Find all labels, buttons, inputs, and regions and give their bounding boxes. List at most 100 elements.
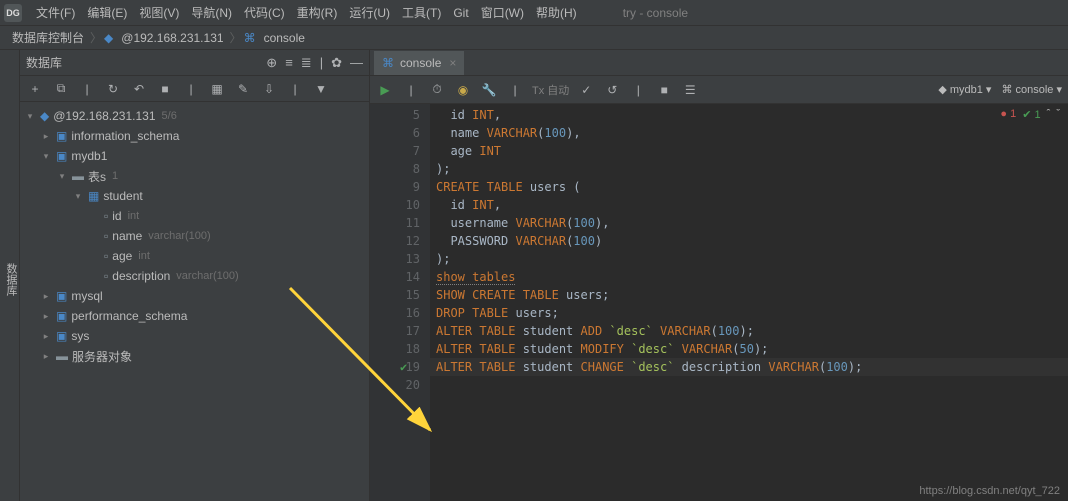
divider: |	[629, 83, 647, 97]
code-line[interactable]: id INT,	[430, 196, 1068, 214]
history-icon[interactable]: ⏱	[428, 82, 446, 97]
chevron-right-icon: 〉	[88, 29, 104, 46]
divider: |	[286, 82, 304, 96]
explain-icon[interactable]: ◉	[454, 83, 472, 97]
code-line[interactable]: CREATE TABLE users (	[430, 178, 1068, 196]
menu-item[interactable]: 帮助(H)	[530, 6, 583, 20]
collapse-icon[interactable]: ≡	[285, 55, 293, 71]
menu-item[interactable]: 编辑(E)	[81, 6, 133, 20]
code-line[interactable]: PASSWORD VARCHAR(100)	[430, 232, 1068, 250]
rollback-icon[interactable]: ↺	[603, 83, 621, 97]
line-gutter: 5678910111213141516171819✔20	[370, 104, 430, 501]
code-line[interactable]: show tables	[430, 268, 1068, 286]
code-line[interactable]	[430, 376, 1068, 394]
tx-mode-label[interactable]: Tx 自动	[532, 82, 569, 98]
chevron-up-icon[interactable]: ˆ	[1047, 108, 1051, 121]
editor-area: ⌘ console × ▶ | ⏱ ◉ 🔧 | Tx 自动 ✓ ↺ | ■ ☰ …	[370, 50, 1068, 501]
main-menu-bar: DG 文件(F)编辑(E)视图(V)导航(N)代码(C)重构(R)运行(U)工具…	[0, 0, 1068, 26]
tree-row[interactable]: ▸▬服务器对象	[20, 346, 369, 366]
breadcrumb: 数据库控制台 〉 ◆ @192.168.231.131 〉 ⌘ console	[0, 26, 1068, 50]
watermark: https://blog.csdn.net/qyt_722	[919, 485, 1060, 497]
add-icon[interactable]: +	[26, 82, 44, 96]
ok-badge: ✔ 1	[1022, 108, 1040, 121]
database-tree: ▾◆@192.168.231.1315/6▸▣information_schem…	[20, 102, 369, 501]
commit-icon[interactable]: ✓	[577, 83, 595, 97]
close-icon[interactable]: ×	[449, 56, 456, 70]
menu-item[interactable]: 视图(V)	[133, 6, 185, 20]
menu-item[interactable]: 工具(T)	[396, 6, 447, 20]
code-line[interactable]: ALTER TABLE student ADD `desc` VARCHAR(1…	[430, 322, 1068, 340]
hide-icon[interactable]: —	[350, 55, 363, 71]
console-icon: ⌘	[244, 31, 256, 45]
copy-icon[interactable]: ⧉	[52, 81, 70, 96]
schema-chip[interactable]: ◆ mydb1 ▾	[938, 83, 991, 96]
menu-item[interactable]: 文件(F)	[30, 6, 81, 20]
tree-row[interactable]: ▫descriptionvarchar(100)	[20, 266, 369, 286]
database-icon: ◆	[104, 31, 113, 45]
code-line[interactable]: ALTER TABLE student MODIFY `desc` VARCHA…	[430, 340, 1068, 358]
code-editor[interactable]: id INT, name VARCHAR(100), age INT);CREA…	[430, 104, 1068, 501]
breadcrumb-root[interactable]: 数据库控制台	[8, 29, 88, 46]
code-line[interactable]: ALTER TABLE student CHANGE `desc` descri…	[430, 358, 1068, 376]
format-icon[interactable]: ☰	[681, 83, 699, 97]
menu-item[interactable]: 导航(N)	[185, 6, 238, 20]
tree-row[interactable]: ▾◆@192.168.231.1315/6	[20, 106, 369, 126]
editor-tab-bar: ⌘ console ×	[370, 50, 1068, 76]
menu-item[interactable]: 重构(R)	[291, 6, 344, 20]
menu-item[interactable]: Git	[447, 6, 474, 20]
sidebar-title: 数据库	[26, 54, 62, 71]
tree-row[interactable]: ▸▣mysql	[20, 286, 369, 306]
error-badge: ● 1	[1000, 108, 1016, 121]
wrench-icon[interactable]: 🔧	[480, 83, 498, 97]
code-line[interactable]: username VARCHAR(100),	[430, 214, 1068, 232]
divider: |	[78, 82, 96, 96]
code-line[interactable]: SHOW CREATE TABLE users;	[430, 286, 1068, 304]
gear-icon[interactable]: ✿	[331, 55, 342, 71]
target-icon[interactable]: ⊕	[266, 55, 277, 71]
tree-row[interactable]: ▫idint	[20, 206, 369, 226]
menu-item[interactable]: 运行(U)	[343, 6, 396, 20]
stop-icon[interactable]: ■	[156, 82, 174, 96]
window-title: try - console	[623, 6, 688, 20]
expand-icon[interactable]: ≣	[301, 55, 312, 71]
editor-toolbar: ▶ | ⏱ ◉ 🔧 | Tx 自动 ✓ ↺ | ■ ☰ ◆ mydb1 ▾ ⌘ …	[370, 76, 1068, 104]
refresh-icon[interactable]: ↻	[104, 82, 122, 96]
stop-icon[interactable]: ■	[655, 83, 673, 97]
menu-item[interactable]: 窗口(W)	[475, 6, 530, 20]
chevron-down-icon[interactable]: ˇ	[1056, 108, 1060, 121]
tree-row[interactable]: ▾▦student	[20, 186, 369, 206]
console-chip[interactable]: ⌘ console ▾	[1001, 83, 1062, 96]
breadcrumb-conn[interactable]: @192.168.231.131	[117, 31, 227, 45]
code-line[interactable]: );	[430, 160, 1068, 178]
app-logo: DG	[4, 4, 22, 22]
menu-item[interactable]: 代码(C)	[238, 6, 291, 20]
file-tab-label: console	[400, 56, 441, 70]
edit-icon[interactable]: ✎	[234, 82, 252, 96]
file-tab[interactable]: ⌘ console ×	[374, 51, 464, 75]
tree-row[interactable]: ▸▣performance_schema	[20, 306, 369, 326]
filter-icon[interactable]: ▼	[312, 82, 330, 96]
inspection-widget[interactable]: ● 1 ✔ 1 ˆ ˇ	[1000, 108, 1060, 121]
tree-row[interactable]: ▾▣mydb1	[20, 146, 369, 166]
tree-row[interactable]: ▸▣sys	[20, 326, 369, 346]
code-line[interactable]: id INT,	[430, 106, 1068, 124]
tree-row[interactable]: ▫ageint	[20, 246, 369, 266]
run-icon[interactable]: ▶	[376, 83, 394, 97]
tree-row[interactable]: ▫namevarchar(100)	[20, 226, 369, 246]
code-line[interactable]: age INT	[430, 142, 1068, 160]
table-icon[interactable]: ▦	[208, 82, 226, 96]
code-area[interactable]: ● 1 ✔ 1 ˆ ˇ 5678910111213141516171819✔20…	[370, 104, 1068, 501]
breadcrumb-file[interactable]: console	[260, 31, 309, 45]
rollback-icon[interactable]: ↶	[130, 82, 148, 96]
divider: |	[320, 55, 323, 71]
divider: |	[506, 83, 524, 97]
code-line[interactable]: name VARCHAR(100),	[430, 124, 1068, 142]
down-icon[interactable]: ⇩	[260, 82, 278, 96]
database-sidebar: 数据库 ⊕ ≡ ≣ | ✿ — + ⧉ | ↻ ↶ ■ | ▦ ✎ ⇩ | ▼ …	[20, 50, 370, 501]
code-line[interactable]: );	[430, 250, 1068, 268]
code-line[interactable]: DROP TABLE users;	[430, 304, 1068, 322]
sidebar-tab-database[interactable]: 数据库	[0, 50, 20, 501]
chevron-right-icon: 〉	[228, 29, 244, 46]
tree-row[interactable]: ▸▣information_schema	[20, 126, 369, 146]
tree-row[interactable]: ▾▬表s1	[20, 166, 369, 186]
